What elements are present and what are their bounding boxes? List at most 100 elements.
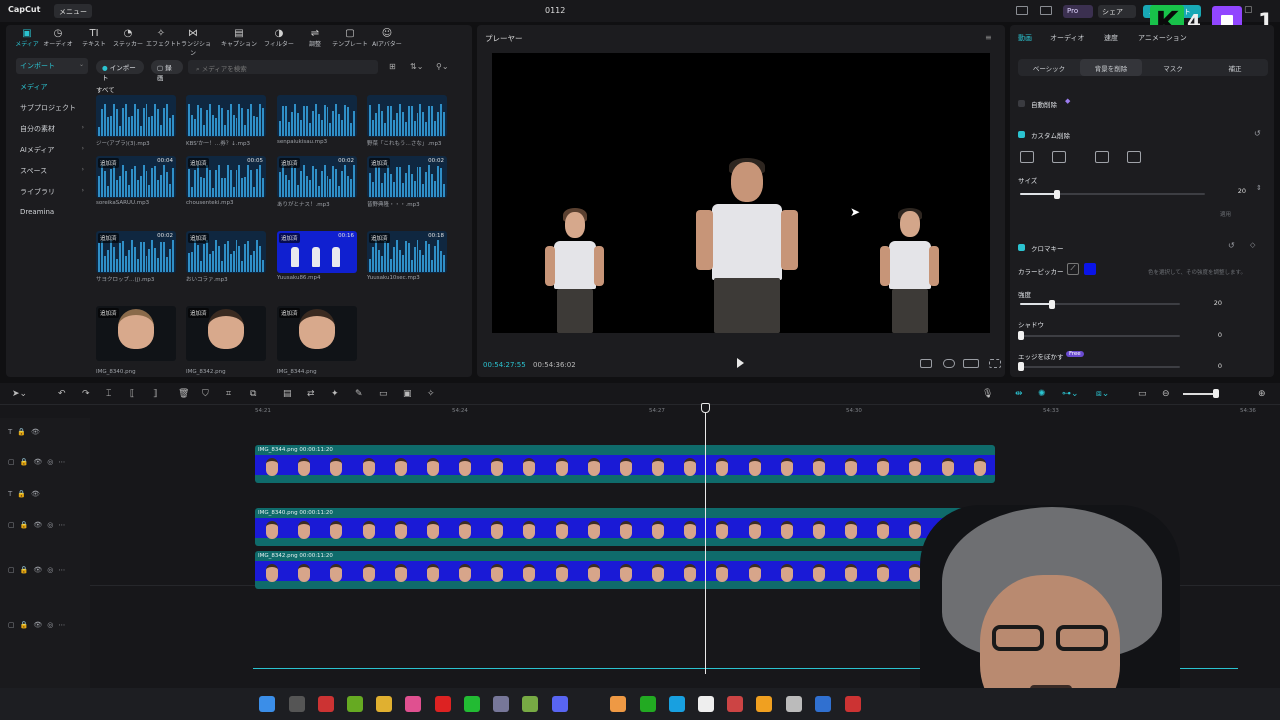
microphone-icon[interactable]: 🎙: [982, 389, 993, 399]
chrome-dev-icon[interactable]: [318, 696, 334, 712]
mirror-icon[interactable]: ⧉: [250, 389, 256, 399]
tab-1[interactable]: ◷ オーディオ: [39, 28, 77, 48]
tab-8[interactable]: ⇌ 調整: [296, 28, 334, 48]
sidebar-item-3[interactable]: 自分の素材 ›: [16, 121, 88, 137]
magnet-icon[interactable]: ✺: [1038, 389, 1046, 399]
strength-slider-knob[interactable]: [1049, 300, 1055, 309]
line-icon[interactable]: [464, 696, 480, 712]
media-thumb[interactable]: [96, 95, 176, 137]
paint-icon[interactable]: [845, 696, 861, 712]
media-thumb[interactable]: 追加済: [277, 306, 357, 361]
task-view-icon[interactable]: [289, 696, 305, 712]
stepper-icon[interactable]: ⇕: [1256, 184, 1262, 192]
strength-slider[interactable]: [1020, 300, 1180, 309]
chatgpt-icon[interactable]: [493, 696, 509, 712]
split-right-icon[interactable]: ⟧: [153, 389, 157, 399]
split-left-icon[interactable]: ⟦: [130, 389, 134, 399]
shortcut-icon[interactable]: [1040, 6, 1052, 15]
property-tab-0[interactable]: 動画: [1018, 33, 1032, 43]
property-subtab-0[interactable]: ベーシック: [1018, 59, 1080, 76]
reset-icon[interactable]: ↺: [1254, 129, 1261, 138]
media-thumb[interactable]: [367, 95, 447, 137]
tab-2[interactable]: TI テキスト: [75, 28, 113, 48]
media-thumb[interactable]: 追加済 00:02: [96, 231, 176, 273]
zoom-icon[interactable]: [943, 359, 955, 368]
media-thumb[interactable]: 追加済 00:05: [186, 156, 266, 198]
xbox-icon[interactable]: [640, 696, 656, 712]
smart-brush-icon[interactable]: [1020, 151, 1034, 163]
ai-tool-icon[interactable]: ✦: [331, 389, 339, 399]
filter-icon[interactable]: ⚲⌄: [436, 62, 449, 71]
media-thumb[interactable]: 追加済 00:02: [367, 156, 447, 198]
sidebar-item-6[interactable]: ライブラリ ›: [16, 184, 88, 200]
media-thumb[interactable]: 追加済: [186, 231, 266, 273]
video-preview[interactable]: ➤: [492, 53, 990, 333]
media-thumb[interactable]: 追加済 00:04: [96, 156, 176, 198]
picked-color-swatch[interactable]: [1084, 263, 1096, 275]
property-subtab-2[interactable]: マスク: [1142, 59, 1204, 76]
grid-view-icon[interactable]: ⊞: [389, 62, 396, 71]
brush-icon[interactable]: [1095, 151, 1109, 163]
property-tab-2[interactable]: 速度: [1104, 33, 1118, 43]
timeline-clip[interactable]: IMG_8340.png 00:00:11:20: [255, 508, 995, 546]
playhead[interactable]: [705, 404, 706, 674]
apply-button[interactable]: 適用: [1220, 210, 1231, 218]
app-icon[interactable]: [610, 696, 626, 712]
zoom-knob[interactable]: [1213, 389, 1219, 398]
chroma-key-checkbox[interactable]: [1018, 244, 1025, 251]
track-header-text-1[interactable]: T🔒👁: [8, 428, 45, 436]
shadow-slider[interactable]: [1020, 335, 1180, 337]
media-thumb[interactable]: 追加済 00:18: [367, 231, 447, 273]
caption-icon[interactable]: ▭: [1138, 389, 1147, 399]
undo-icon[interactable]: ↶: [58, 389, 66, 399]
smart-eraser-icon[interactable]: [1052, 151, 1066, 163]
lips-app-icon[interactable]: [405, 696, 421, 712]
strength-value[interactable]: 20: [1196, 297, 1230, 309]
sidebar-item-4[interactable]: AIメディア ›: [16, 142, 88, 158]
pro-button[interactable]: Pro: [1063, 5, 1093, 18]
track-header-video-2[interactable]: ▢🔒👁◎⋯: [8, 521, 70, 529]
media-thumb[interactable]: [277, 95, 357, 137]
sidebar-item-7[interactable]: Dreamina: [16, 205, 88, 221]
media-thumb[interactable]: 追加済 00:02: [277, 156, 357, 198]
nvidia-icon[interactable]: [347, 696, 363, 712]
sidebar-item-0[interactable]: インポート ⌄: [16, 58, 88, 74]
tab-5[interactable]: ⋈ トランジション: [174, 28, 212, 57]
track-header-video-3[interactable]: ▢🔒👁◎⋯: [8, 566, 70, 574]
github-icon[interactable]: [786, 696, 802, 712]
sort-icon[interactable]: ⇅⌄: [410, 62, 423, 71]
maximize-icon[interactable]: ▢: [1244, 5, 1253, 15]
sidebar-item-5[interactable]: スペース ›: [16, 163, 88, 179]
tab-10[interactable]: ☺ AIアバター: [368, 28, 406, 48]
edge-icon[interactable]: [669, 696, 685, 712]
keyframe-icon[interactable]: ◇: [1250, 241, 1255, 249]
windows-start-icon[interactable]: [259, 696, 275, 712]
crop-icon[interactable]: ⌗: [226, 389, 231, 399]
frame-icon[interactable]: ▣: [403, 389, 412, 399]
tab-6[interactable]: ▤ キャプション: [220, 28, 258, 48]
vim-icon[interactable]: [522, 696, 538, 712]
ratio-icon[interactable]: [963, 359, 979, 368]
property-tab-1[interactable]: オーディオ: [1050, 33, 1085, 43]
delete-icon[interactable]: 🗑: [178, 389, 189, 399]
more-tools-icon[interactable]: ✧: [427, 389, 435, 399]
timeline-ruler[interactable]: 54:21 54:24 54:27 54:30 54:33 54:36: [255, 406, 1280, 418]
share-button[interactable]: シェア: [1098, 5, 1136, 18]
sidebar-item-1[interactable]: メディア: [16, 79, 88, 95]
redo-icon[interactable]: ↷: [82, 389, 90, 399]
shadow-knob[interactable]: [1018, 331, 1024, 340]
track-header-main[interactable]: ▢🔒👁◎⋯: [8, 621, 70, 629]
snap-icon[interactable]: ⊶⌄: [1062, 389, 1079, 399]
custom-remove-checkbox[interactable]: [1018, 131, 1025, 138]
file-explorer-icon[interactable]: [376, 696, 392, 712]
chrome-icon[interactable]: [698, 696, 714, 712]
freeze-icon[interactable]: ▤: [283, 389, 292, 399]
layout-icon[interactable]: [1016, 6, 1028, 15]
bitcoin-icon[interactable]: [756, 696, 772, 712]
obs-icon[interactable]: [435, 696, 451, 712]
menu-button[interactable]: メニュー: [54, 4, 92, 18]
aspect-icon[interactable]: ▭: [379, 389, 388, 399]
eyedropper-icon[interactable]: ⟋: [1067, 263, 1079, 275]
player-menu-icon[interactable]: ≡: [985, 33, 992, 42]
shield-icon[interactable]: ⛉: [202, 389, 209, 399]
